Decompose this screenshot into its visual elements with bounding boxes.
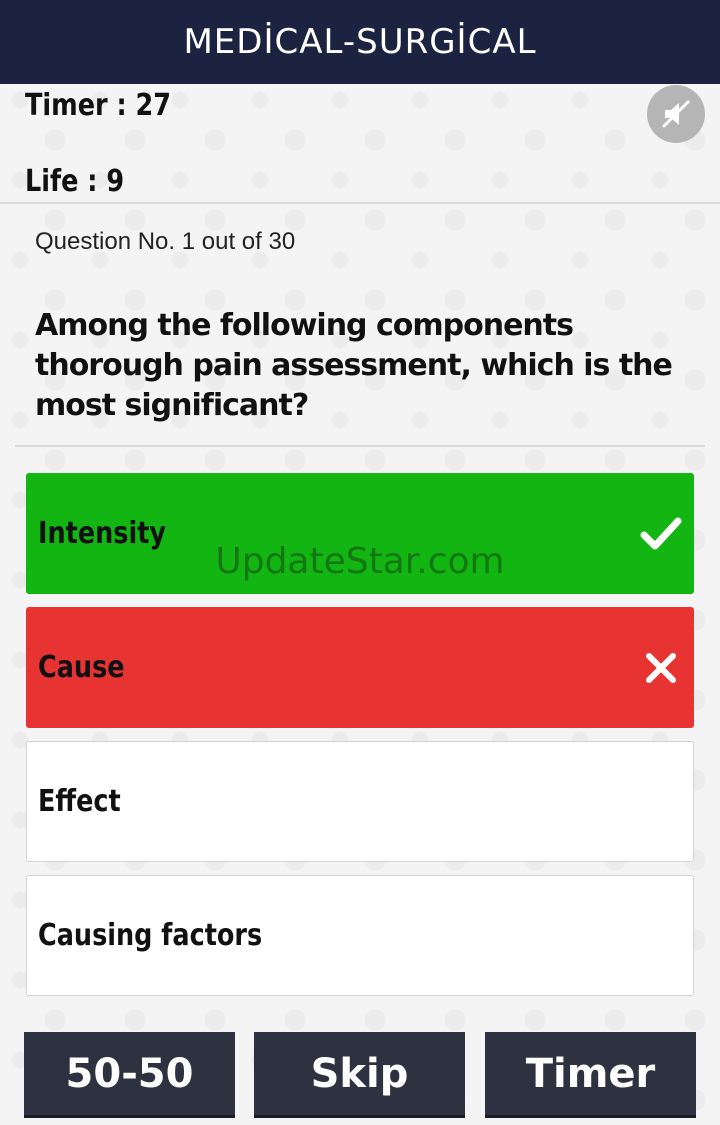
close-icon xyxy=(639,646,683,690)
question-text: Among the following components thorough … xyxy=(35,308,673,423)
skip-button[interactable]: Skip xyxy=(254,1032,465,1118)
timer-button[interactable]: Timer xyxy=(485,1032,696,1118)
answer-option-intensity[interactable]: Intensity xyxy=(26,473,694,594)
answer-option-causing-factors[interactable]: Causing factors xyxy=(26,875,694,996)
answer-option-cause[interactable]: Cause xyxy=(26,607,694,728)
divider xyxy=(15,445,705,447)
timer-status: Timer : 27 xyxy=(25,88,172,123)
answer-label: Effect xyxy=(38,784,121,819)
answer-label: Causing factors xyxy=(38,918,263,953)
sound-toggle-button[interactable] xyxy=(647,85,705,143)
answer-option-effect[interactable]: Effect xyxy=(26,741,694,862)
life-status: Life : 9 xyxy=(25,164,125,199)
answer-options: Intensity Cause Effect Causing factors xyxy=(26,473,694,1009)
fifty-fifty-button[interactable]: 50-50 xyxy=(24,1032,235,1118)
app-bar: MEDİCAL-SURGİCAL xyxy=(0,0,720,84)
question-number: Question No. 1 out of 30 xyxy=(35,228,296,255)
divider xyxy=(0,202,720,204)
page-title: MEDİCAL-SURGİCAL xyxy=(183,22,537,62)
sound-muted-icon xyxy=(662,100,690,128)
answer-label: Intensity xyxy=(38,516,167,551)
lifeline-bar: 50-50 Skip Timer xyxy=(24,1032,696,1118)
answer-label: Cause xyxy=(38,650,125,685)
check-icon xyxy=(639,512,683,556)
